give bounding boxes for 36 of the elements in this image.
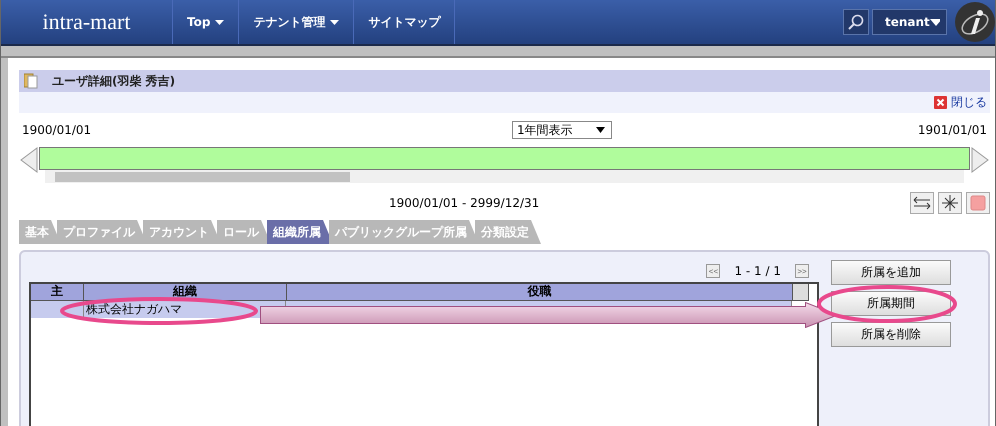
search-button[interactable] xyxy=(843,9,869,35)
date-range: 1900/01/01 - 2999/12/31 xyxy=(389,196,540,210)
action-button[interactable]: 所属期間 xyxy=(831,291,951,316)
action-button[interactable]: 所属を削除 xyxy=(831,322,951,347)
left-arrow-icon[interactable] xyxy=(19,147,39,173)
nav-menu[interactable]: Top xyxy=(173,0,240,44)
user-menu[interactable]: tenant xyxy=(872,9,947,35)
view-select[interactable]: 1年間表示 xyxy=(512,121,612,139)
column-header: 主 xyxy=(31,284,84,301)
nav-menu[interactable]: テナント管理 xyxy=(239,0,354,44)
logo-icon[interactable] xyxy=(955,2,995,42)
logo[interactable]: intra-mart xyxy=(1,0,173,44)
panel-title: ユーザ詳細(羽柴 秀吉) xyxy=(52,72,176,90)
close-icon xyxy=(934,96,947,109)
search-icon xyxy=(848,14,864,30)
collapse-button[interactable] xyxy=(938,192,962,214)
collapse-icon xyxy=(941,194,959,210)
caret-icon xyxy=(596,127,605,133)
action-button[interactable]: 所属を追加 xyxy=(831,260,951,285)
previous-page-button[interactable]: << xyxy=(706,264,720,278)
start-date: 1900/01/01 xyxy=(22,123,92,137)
header-cell xyxy=(793,284,809,301)
square-icon xyxy=(970,194,986,210)
right-arrow-icon[interactable] xyxy=(970,147,990,173)
expand-icon xyxy=(913,194,931,210)
caret-icon xyxy=(330,20,340,24)
column-header: 役職 xyxy=(287,284,793,301)
next-page-button[interactable]: >> xyxy=(795,264,809,278)
document-icon xyxy=(24,73,38,89)
close-link[interactable]: 閉じる xyxy=(934,94,987,111)
caret-icon xyxy=(930,18,940,26)
expand-button[interactable] xyxy=(910,192,934,214)
nav-menu[interactable]: サイトマップ xyxy=(354,0,456,44)
caret-icon xyxy=(215,20,224,24)
end-date: 1901/01/01 xyxy=(918,123,987,137)
page-counter: 1 - 1 / 1 xyxy=(734,264,781,278)
